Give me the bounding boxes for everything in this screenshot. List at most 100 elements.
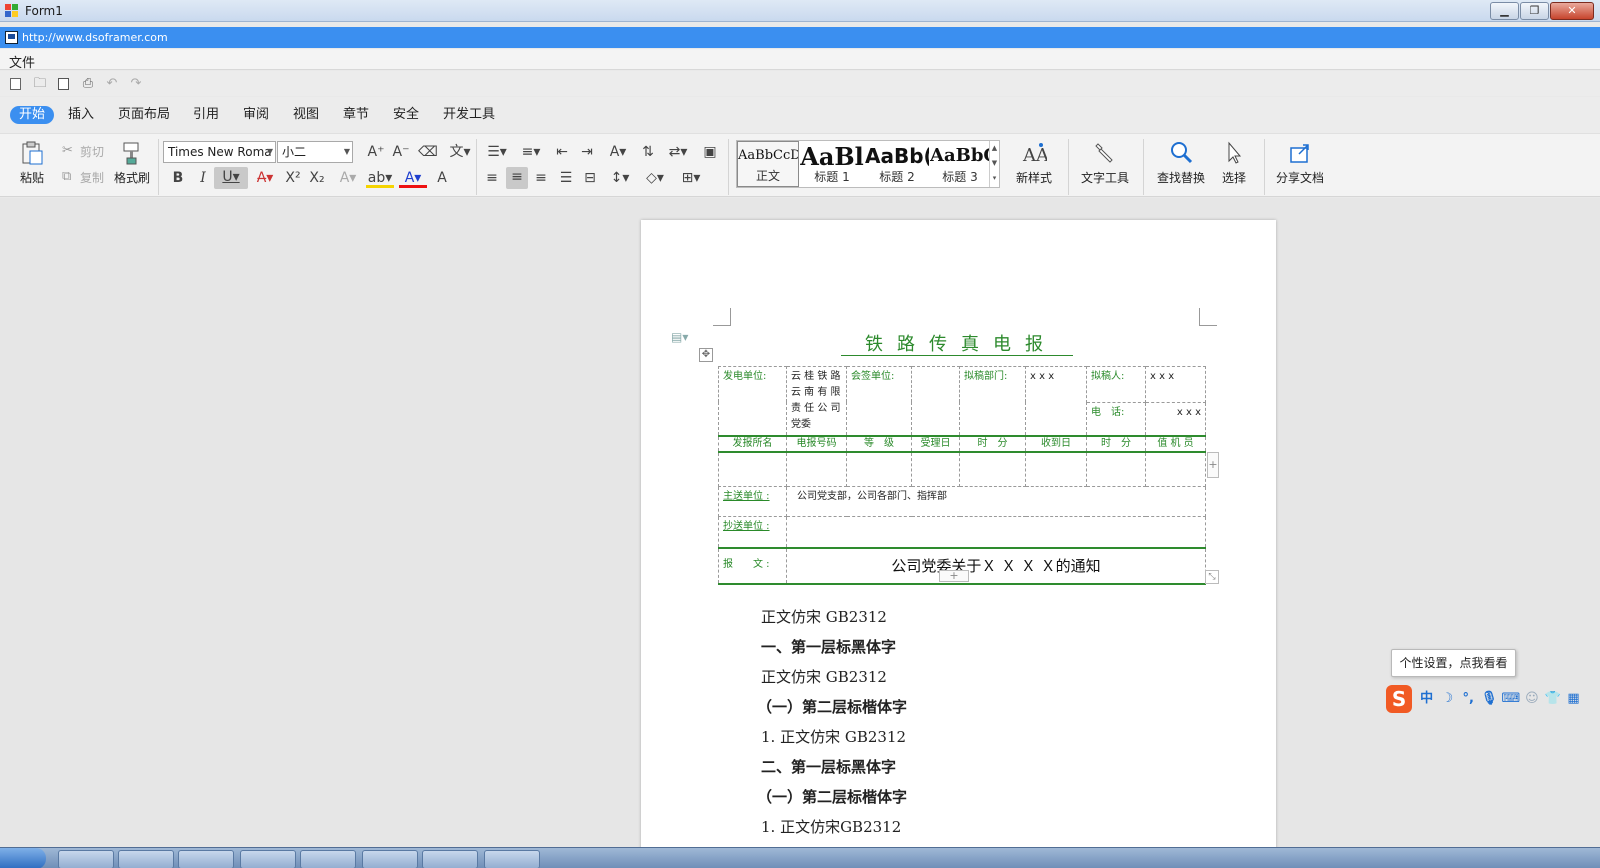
table-cell[interactable] (959, 451, 1026, 487)
keyboard-icon[interactable]: ⌨ (1502, 690, 1521, 708)
save-icon[interactable] (56, 76, 72, 92)
increase-indent-icon[interactable]: ⇥ (577, 142, 597, 162)
taskbar-item[interactable] (362, 850, 418, 868)
shading-icon[interactable]: ◇▾ (640, 168, 670, 188)
open-folder-icon[interactable]: 🗀 (32, 76, 48, 92)
style-heading3[interactable]: AaBbC 标题 3 (930, 141, 990, 187)
subscript-icon[interactable]: X₂ (307, 168, 327, 188)
message-value[interactable]: 公司党委关于Ｘ Ｘ Ｘ Ｘ的通知 (786, 547, 1206, 585)
text-tools-button[interactable]: 文字工具 (1076, 140, 1134, 186)
taskbar-item[interactable] (58, 850, 114, 868)
menu-file[interactable]: 文件 (9, 52, 35, 71)
document-workspace[interactable]: ▤▾ ✥ 铁路传真电报 发电单位: 云 桂 铁 路云 南 有 限责 任 公 司党… (0, 198, 1600, 847)
moon-icon[interactable]: ☽ (1439, 690, 1456, 708)
share-doc-button[interactable]: 分享文档 (1272, 140, 1328, 186)
document-page[interactable]: ▤▾ ✥ 铁路传真电报 发电单位: 云 桂 铁 路云 南 有 限责 任 公 司党… (641, 220, 1276, 847)
paragraph-menu-icon[interactable]: ▤▾ (671, 330, 688, 344)
print-icon[interactable]: ⎙ (80, 76, 96, 92)
tab-chapter[interactable]: 章节 (343, 106, 369, 124)
table-row[interactable] (718, 451, 1206, 487)
add-row-icon[interactable]: + (939, 570, 969, 582)
table-cell[interactable] (911, 451, 960, 487)
sort-icon[interactable]: ⇅ (638, 142, 658, 162)
skin-icon[interactable]: 👕 (1544, 690, 1561, 708)
style-normal[interactable]: AaBbCcDd 正文 (737, 141, 799, 187)
decrease-indent-icon[interactable]: ⇤ (552, 142, 572, 162)
show-marks-icon[interactable]: ▣ (700, 142, 720, 162)
taskbar-item[interactable] (484, 850, 540, 868)
taskbar-item[interactable] (178, 850, 234, 868)
clear-format-icon[interactable]: ⌫ (418, 142, 438, 162)
table-move-handle-icon[interactable]: ✥ (699, 348, 713, 362)
strikethrough-icon[interactable]: A̶▾ (251, 168, 279, 188)
align-center-icon[interactable]: ≡ (506, 167, 528, 189)
line-spacing-icon[interactable]: ↕▾ (606, 168, 634, 188)
line-break-icon[interactable]: ⇄▾ (664, 142, 692, 162)
start-button[interactable] (0, 848, 46, 868)
bullet-list-icon[interactable]: ☰▾ (482, 142, 512, 162)
taskbar-item[interactable] (118, 850, 174, 868)
taskbar-item[interactable] (300, 850, 356, 868)
taskbar-item[interactable] (422, 850, 478, 868)
toolbox-icon[interactable]: ▦ (1565, 690, 1582, 708)
font-size-combo[interactable]: 小二 ▼ (277, 141, 353, 163)
format-painter-button[interactable]: 格式刷 (110, 140, 154, 186)
font-name-combo[interactable]: Times New Roma ▼ (163, 141, 276, 163)
sogou-logo-icon[interactable]: S (1386, 685, 1413, 713)
style-heading2[interactable]: AaBb( 标题 2 (865, 141, 929, 187)
table-cell[interactable] (786, 451, 847, 487)
table-cell[interactable] (1025, 451, 1087, 487)
grow-font-icon[interactable]: A⁺ (366, 142, 386, 162)
find-replace-button[interactable]: 查找替换 (1152, 140, 1210, 186)
select-button[interactable]: 选择 (1214, 140, 1254, 186)
numbered-list-icon[interactable]: ≡▾ (516, 142, 546, 162)
add-column-icon[interactable]: + (1207, 452, 1219, 478)
microphone-icon[interactable]: 🎙 (1481, 690, 1498, 708)
table-resize-icon[interactable]: ⤡ (1205, 570, 1219, 584)
ime-mode-toggle[interactable]: 中 (1418, 690, 1435, 708)
undo-icon[interactable]: ↶ (104, 76, 120, 92)
copy-button[interactable]: 复制 ⧉ (60, 169, 108, 186)
redo-icon[interactable]: ↷ (128, 76, 144, 92)
bold-icon[interactable]: B (168, 168, 188, 188)
cut-button[interactable]: 剪切 ✂ (60, 143, 108, 160)
style-gallery-scroll[interactable]: ▲ ▼ ▾ (989, 141, 999, 187)
text-direction-icon[interactable]: A▾ (604, 142, 632, 162)
shrink-font-icon[interactable]: A⁻ (391, 142, 411, 162)
justify-icon[interactable]: ☰ (556, 168, 576, 188)
tab-review[interactable]: 审阅 (243, 106, 269, 124)
taskbar-item[interactable] (240, 850, 296, 868)
close-button[interactable]: ✕ (1550, 2, 1594, 20)
superscript-icon[interactable]: X² (283, 168, 303, 188)
table-cell[interactable] (1145, 451, 1206, 487)
char-shading-icon[interactable]: A (432, 168, 452, 188)
text-effect-icon[interactable]: A▾ (334, 168, 362, 188)
restore-button[interactable]: ❐ (1520, 2, 1549, 20)
table-cell[interactable] (718, 451, 787, 487)
phonetic-guide-icon[interactable]: 文▾ (446, 142, 474, 162)
tab-insert[interactable]: 插入 (68, 106, 94, 124)
align-left-icon[interactable]: ≡ (482, 168, 502, 188)
style-heading1[interactable]: AaBl 标题 1 (800, 141, 864, 187)
italic-icon[interactable]: I (193, 168, 213, 188)
align-right-icon[interactable]: ≡ (531, 168, 551, 188)
tab-page-layout[interactable]: 页面布局 (118, 106, 170, 124)
tab-references[interactable]: 引用 (193, 106, 219, 124)
table-cell[interactable] (846, 451, 912, 487)
tab-view[interactable]: 视图 (293, 106, 319, 124)
table-cell[interactable] (1086, 451, 1146, 487)
tab-developer[interactable]: 开发工具 (443, 106, 495, 124)
main-recipient-value[interactable]: 公司党支部，公司各部门、指挥部 (786, 485, 1206, 517)
paste-button[interactable]: 粘贴 (12, 140, 52, 186)
telegram-table[interactable]: 发电单位: 云 桂 铁 路云 南 有 限责 任 公 司党委 会签单位: 拟稿部门… (718, 366, 1206, 585)
tab-security[interactable]: 安全 (393, 106, 419, 124)
highlight-icon[interactable]: ab▾ (366, 168, 394, 188)
tab-home[interactable]: 开始 (10, 106, 55, 124)
ime-tooltip[interactable]: 个性设置，点我看看 (1391, 649, 1516, 677)
distribute-icon[interactable]: ⊟ (580, 168, 600, 188)
border-icon[interactable]: ⊞▾ (676, 168, 706, 188)
underline-icon[interactable]: U▾ (214, 167, 248, 189)
cosign-value[interactable] (911, 366, 960, 437)
punctuation-icon[interactable]: °, (1460, 690, 1477, 708)
minimize-button[interactable]: ▁ (1490, 2, 1519, 20)
